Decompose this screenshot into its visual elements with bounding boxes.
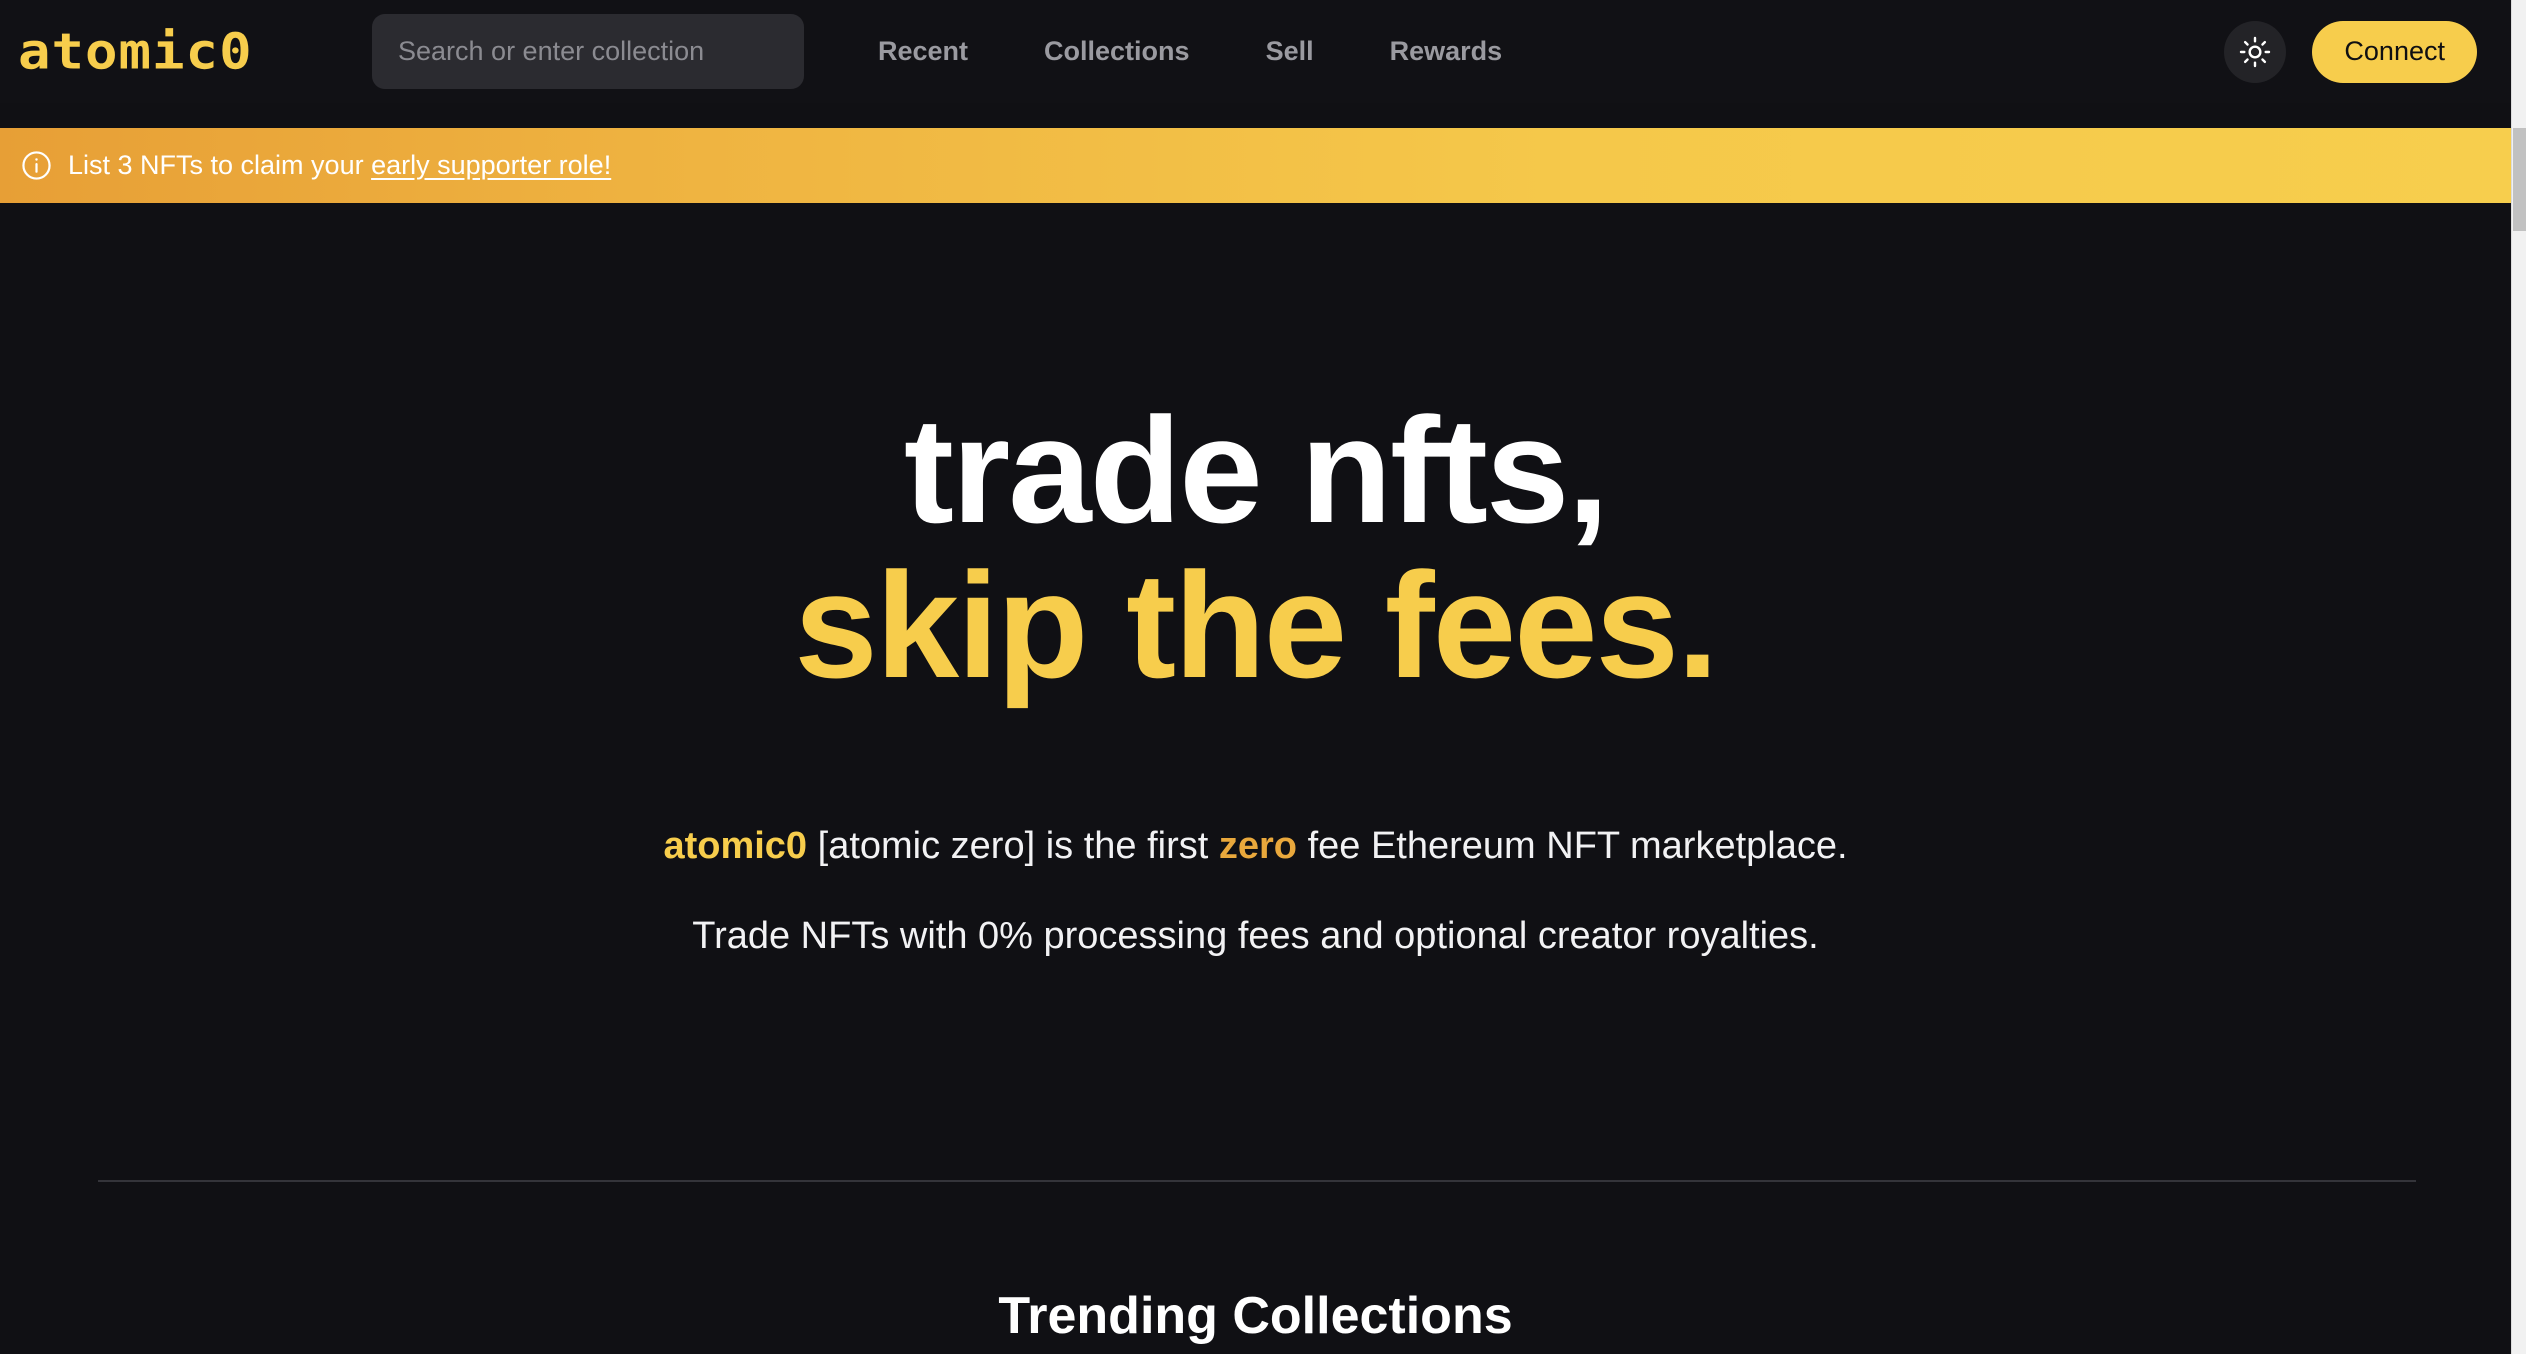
- sun-icon: [2240, 36, 2271, 67]
- site-logo[interactable]: atomic0: [18, 26, 253, 77]
- nav-item-sell[interactable]: Sell: [1228, 0, 1352, 103]
- main-nav: Recent Collections Sell Rewards: [840, 0, 1540, 103]
- hero-subtitle-highlight: zero: [1218, 825, 1298, 867]
- hero-subtitle-part2: fee Ethereum NFT marketplace.: [1297, 825, 1848, 867]
- site-header: atomic0 Recent Collections Sell Rewards: [0, 0, 2511, 103]
- info-circle-icon: [22, 151, 51, 180]
- hero-title-line1: trade nfts,: [903, 386, 1609, 554]
- promo-banner[interactable]: List 3 NFTs to claim your early supporte…: [0, 128, 2511, 203]
- page-root: atomic0 Recent Collections Sell Rewards: [0, 0, 2526, 1354]
- hero-title: trade nfts, skip the fees.: [0, 393, 2511, 702]
- hero-subtitle-secondary: Trade NFTs with 0% processing fees and o…: [692, 915, 1819, 958]
- page-scrollbar[interactable]: [2511, 0, 2526, 1354]
- nav-item-recent[interactable]: Recent: [840, 0, 1006, 103]
- nav-item-rewards[interactable]: Rewards: [1352, 0, 1541, 103]
- hero-subtitle-brand: atomic0: [663, 825, 808, 867]
- promo-banner-prefix: List 3 NFTs to claim your: [68, 150, 372, 180]
- search-box[interactable]: [372, 14, 804, 89]
- hero-title-line2: skip the fees.: [794, 540, 1718, 709]
- hero-subtitle-part1: [atomic zero] is the first: [807, 825, 1219, 867]
- promo-banner-text: List 3 NFTs to claim your early supporte…: [68, 150, 611, 181]
- page-scrollbar-thumb[interactable]: [2513, 128, 2526, 231]
- connect-wallet-button[interactable]: Connect: [2312, 20, 2477, 83]
- search-input[interactable]: [372, 14, 804, 89]
- hero-subtitle-primary: atomic0 [atomic zero] is the first zero …: [0, 820, 2511, 873]
- hero-section: trade nfts, skip the fees. atomic0 [atom…: [0, 203, 2511, 958]
- promo-banner-link[interactable]: early supporter role!: [371, 150, 611, 180]
- section-divider: [98, 1180, 2416, 1182]
- theme-toggle-button[interactable]: [2224, 20, 2287, 83]
- trending-collections-title: Trending Collections: [998, 1287, 1513, 1345]
- header-actions: Connect: [2224, 0, 2477, 103]
- nav-item-collections[interactable]: Collections: [1006, 0, 1228, 103]
